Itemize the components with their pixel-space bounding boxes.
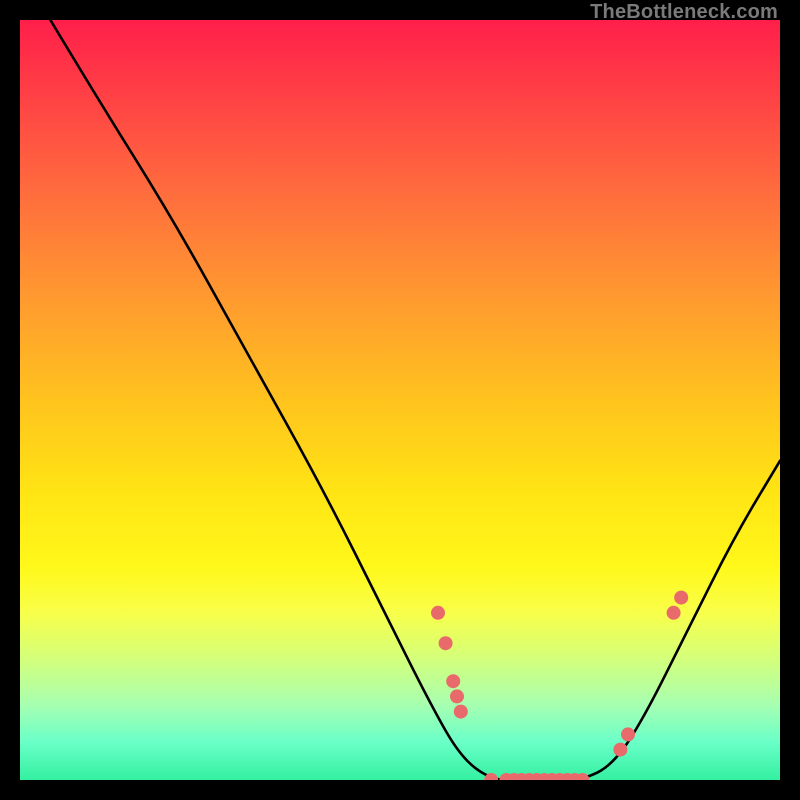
sample-point [439, 636, 453, 650]
chart-svg [20, 20, 780, 780]
sample-point [431, 606, 445, 620]
sample-point [613, 743, 627, 757]
watermark-text: TheBottleneck.com [590, 1, 778, 24]
bottleneck-curve [50, 20, 780, 780]
sample-point-markers [431, 591, 688, 780]
chart-plot-area [20, 20, 780, 780]
sample-point [450, 689, 464, 703]
sample-point [454, 705, 468, 719]
sample-point [667, 606, 681, 620]
sample-point [446, 674, 460, 688]
sample-point [621, 727, 635, 741]
sample-point [674, 591, 688, 605]
